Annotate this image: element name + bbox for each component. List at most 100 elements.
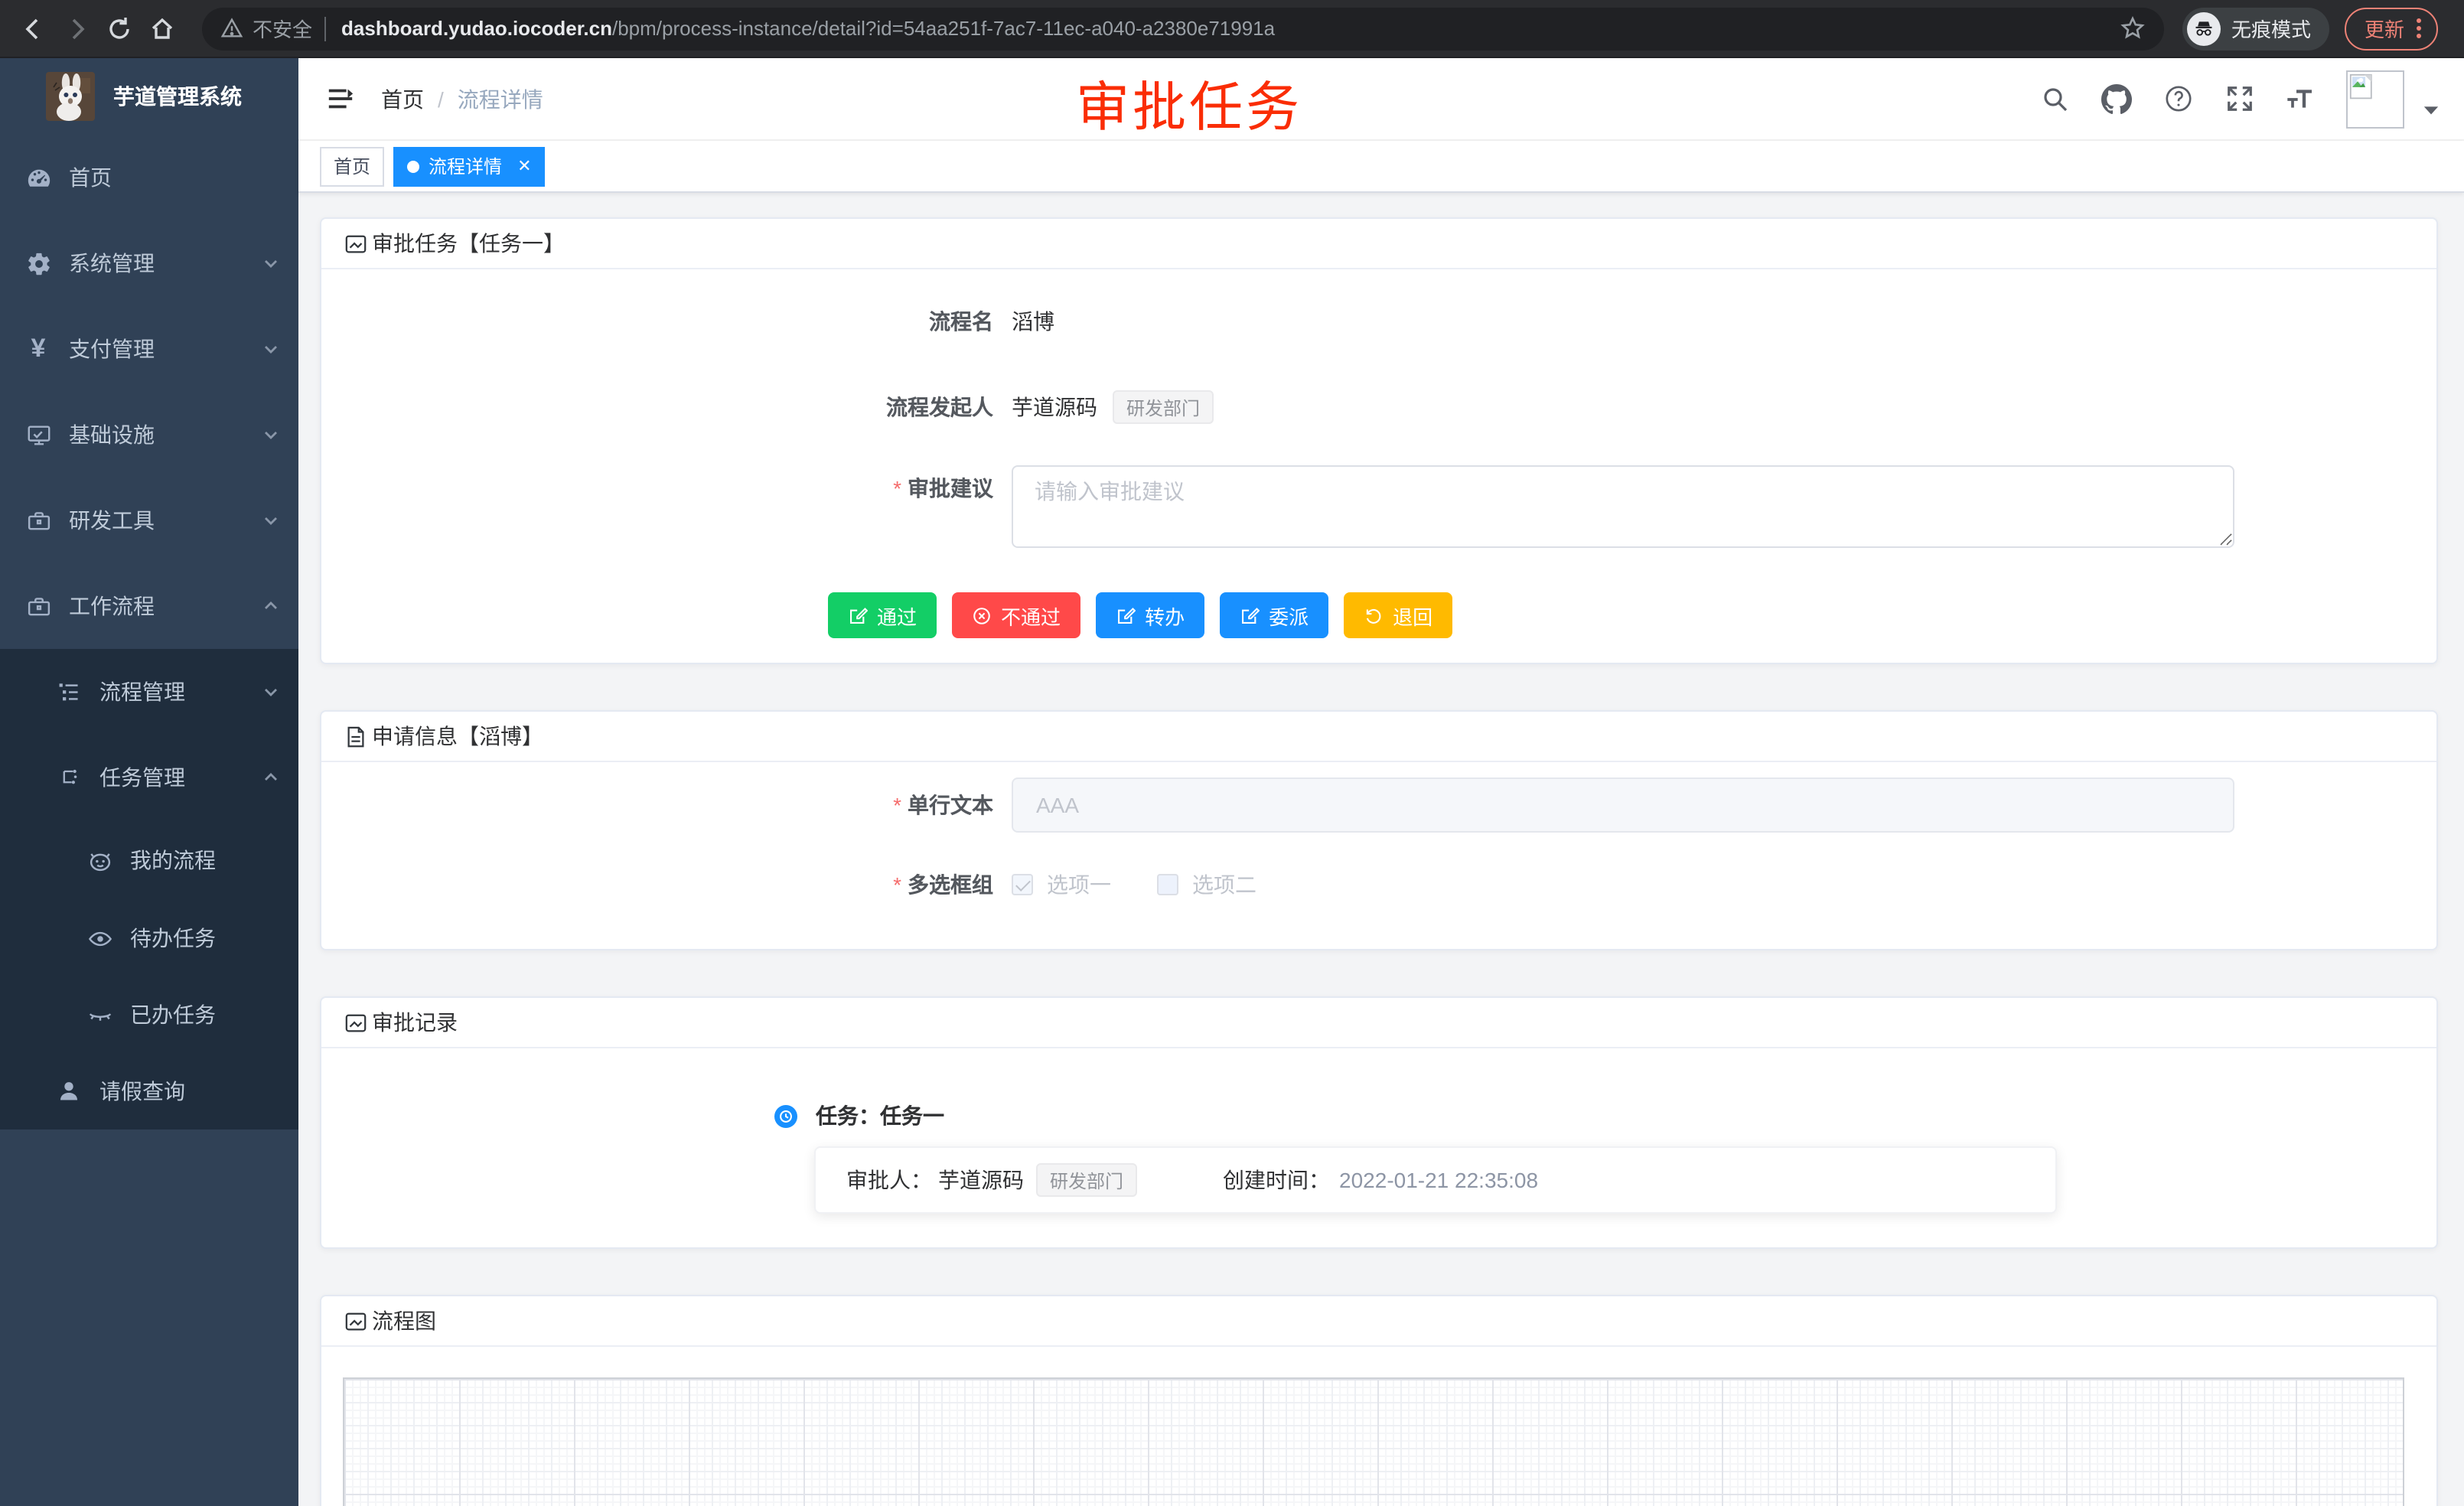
checkbox-group-row: 多选框组 选项一 选项二 bbox=[321, 857, 2436, 912]
reject-button[interactable]: 不通过 bbox=[952, 592, 1080, 638]
initiator-row: 流程发起人 芋道源码 研发部门 bbox=[321, 376, 2436, 438]
tag-home[interactable]: 首页 bbox=[320, 146, 384, 186]
close-icon[interactable]: ✕ bbox=[517, 156, 531, 176]
user-icon bbox=[55, 1077, 83, 1105]
address-bar[interactable]: 不安全 dashboard.yudao.iocoder.cn /bpm/proc… bbox=[202, 7, 2164, 50]
home-icon[interactable] bbox=[141, 7, 184, 50]
edit-icon bbox=[1116, 605, 1136, 625]
breadcrumb-home[interactable]: 首页 bbox=[381, 83, 424, 114]
avatar[interactable] bbox=[2346, 70, 2404, 128]
browser-menu-icon[interactable] bbox=[2417, 18, 2421, 38]
sidebar-item-label: 流程管理 bbox=[99, 676, 262, 707]
monitor-check-icon bbox=[24, 421, 52, 448]
search-icon[interactable] bbox=[2040, 83, 2071, 114]
sidebar-item-task-mgmt[interactable]: 任务管理 bbox=[0, 735, 298, 820]
task-label: 任务：任务一 bbox=[816, 1100, 944, 1131]
created-time: 2022-01-21 22:35:08 bbox=[1339, 1168, 1538, 1192]
chevron-down-icon bbox=[262, 511, 280, 530]
font-size-icon[interactable] bbox=[2285, 83, 2316, 114]
sidebar-item-done-tasks[interactable]: 已办任务 bbox=[0, 976, 298, 1053]
chevron-down-icon bbox=[262, 340, 280, 358]
tags-view-bar: 首页 流程详情 ✕ bbox=[298, 141, 2464, 193]
security-label[interactable]: 不安全 bbox=[253, 14, 312, 43]
process-name-value: 滔博 bbox=[1012, 306, 1054, 337]
approval-records-card: 审批记录 任务：任务一 审批人： 芋道源码 研发部门 bbox=[320, 996, 2438, 1249]
checkbox-label: 选项二 bbox=[1192, 869, 1256, 900]
face-icon bbox=[86, 846, 113, 874]
record-detail-box: 审批人： 芋道源码 研发部门 创建时间： 2022-01-21 22:35:08 bbox=[814, 1146, 2057, 1214]
bpmn-canvas[interactable] bbox=[343, 1377, 2404, 1506]
breadcrumb-separator: / bbox=[438, 86, 444, 111]
checkbox-group: 选项一 选项二 bbox=[1012, 869, 1256, 900]
sidebar-item-workflow[interactable]: 工作流程 bbox=[0, 563, 298, 649]
single-text-input: AAA bbox=[1012, 777, 2234, 833]
flow-diagram-card: 流程图 bbox=[320, 1295, 2438, 1506]
chevron-down-icon bbox=[262, 254, 280, 272]
transfer-button[interactable]: 转办 bbox=[1096, 592, 1204, 638]
sidebar-item-label: 待办任务 bbox=[130, 923, 280, 953]
url-host[interactable]: dashboard.yudao.iocoder.cn bbox=[341, 17, 612, 40]
card-header: 申请信息【滔博】 bbox=[321, 712, 2436, 762]
yen-icon: ¥ bbox=[24, 335, 52, 363]
circle-x-icon bbox=[972, 605, 992, 625]
sidebar-item-pay[interactable]: ¥ 支付管理 bbox=[0, 306, 298, 392]
bookmark-star-icon[interactable] bbox=[2120, 15, 2146, 41]
back-icon[interactable] bbox=[12, 7, 55, 50]
return-button[interactable]: 退回 bbox=[1344, 592, 1452, 638]
sidebar-logo[interactable]: 芋道管理系统 bbox=[0, 58, 298, 135]
initiator-label: 流程发起人 bbox=[828, 392, 1012, 422]
incognito-badge: 无痕模式 bbox=[2182, 7, 2329, 50]
sidebar-item-process-mgmt[interactable]: 流程管理 bbox=[0, 649, 298, 735]
briefcase-icon bbox=[24, 507, 52, 534]
checkbox-unchecked-icon bbox=[1157, 874, 1178, 895]
process-name-row: 流程名 滔博 bbox=[321, 291, 2436, 352]
fullscreen-icon[interactable] bbox=[2224, 83, 2254, 114]
approve-button[interactable]: 通过 bbox=[828, 592, 937, 638]
sidebar-item-todo-tasks[interactable]: 待办任务 bbox=[0, 900, 298, 976]
picture-card-icon bbox=[343, 1010, 367, 1035]
sidebar-item-infra[interactable]: 基础设施 bbox=[0, 392, 298, 478]
single-text-row: 单行文本 AAA bbox=[321, 777, 2436, 833]
edit-icon bbox=[1240, 605, 1260, 625]
tag-process-detail[interactable]: 流程详情 ✕ bbox=[393, 146, 545, 186]
advice-textarea[interactable] bbox=[1012, 465, 2234, 548]
delegate-button[interactable]: 委派 bbox=[1220, 592, 1328, 638]
tree-list-icon bbox=[55, 678, 83, 706]
checkbox-option-2: 选项二 bbox=[1157, 869, 1256, 900]
dept-tag: 研发部门 bbox=[1113, 390, 1214, 424]
sidebar-item-home[interactable]: 首页 bbox=[0, 135, 298, 220]
browser-toolbar: 不安全 dashboard.yudao.iocoder.cn /bpm/proc… bbox=[0, 0, 2464, 58]
rotate-left-icon bbox=[1364, 605, 1384, 625]
update-label[interactable]: 更新 bbox=[2365, 14, 2404, 43]
sidebar-item-system[interactable]: 系统管理 bbox=[0, 220, 298, 306]
help-icon[interactable] bbox=[2163, 83, 2193, 114]
sidebar-item-label: 系统管理 bbox=[69, 248, 262, 279]
github-icon[interactable] bbox=[2101, 83, 2132, 114]
avatar-caret-icon[interactable] bbox=[2423, 103, 2440, 116]
hamburger-icon[interactable] bbox=[323, 82, 357, 116]
url-path[interactable]: /bpm/process-instance/detail?id=54aa251f… bbox=[612, 17, 2120, 40]
tag-label: 流程详情 bbox=[429, 153, 502, 179]
advice-row: 审批建议 bbox=[321, 465, 2436, 548]
sidebar-item-devtools[interactable]: 研发工具 bbox=[0, 478, 298, 563]
timeline-item: 任务：任务一 bbox=[321, 1100, 2436, 1131]
sidebar-item-label: 我的流程 bbox=[130, 845, 280, 875]
branch-tree-icon bbox=[55, 764, 83, 791]
annotation-text: 审批任务 bbox=[1076, 64, 1302, 142]
card-title: 审批记录 bbox=[372, 1007, 458, 1038]
screen: 不安全 dashboard.yudao.iocoder.cn /bpm/proc… bbox=[0, 0, 2464, 1506]
security-warning-icon[interactable] bbox=[220, 17, 243, 40]
workflow-submenu: 流程管理 任务管理 bbox=[0, 649, 298, 1130]
picture-card-icon bbox=[343, 1309, 367, 1333]
card-title: 流程图 bbox=[372, 1306, 436, 1336]
forward-icon[interactable] bbox=[55, 7, 98, 50]
eye-open-icon bbox=[86, 924, 113, 952]
sidebar-item-my-process[interactable]: 我的流程 bbox=[0, 820, 298, 900]
card-header: 审批任务【任务一】 bbox=[321, 219, 2436, 269]
sidebar-item-leave-query[interactable]: 请假查询 bbox=[0, 1053, 298, 1130]
eye-closed-icon bbox=[86, 1001, 113, 1028]
update-button[interactable]: 更新 bbox=[2345, 7, 2438, 50]
page-content: 审批任务【任务一】 流程名 滔博 流程发起人 芋道源码 研发部门 bbox=[298, 193, 2464, 1506]
reload-icon[interactable] bbox=[98, 7, 141, 50]
navbar: 首页 / 流程详情 bbox=[298, 58, 2464, 141]
